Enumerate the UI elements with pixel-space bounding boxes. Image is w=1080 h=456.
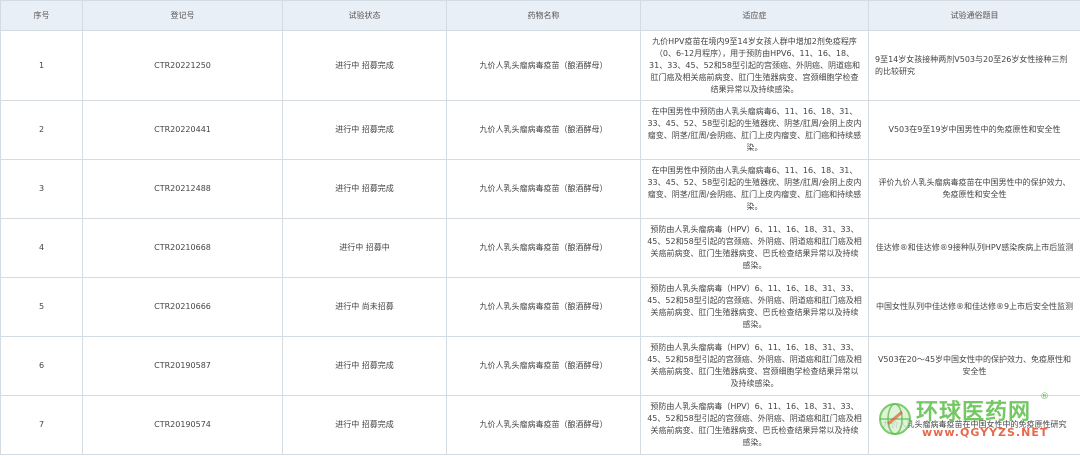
cell-status: 进行中 招募完成 [282, 159, 447, 219]
cell-index: 1 [0, 30, 83, 101]
table-row: 5 CTR20210666 进行中 尚未招募 九价人乳头瘤病毒疫苗（酿酒酵母） … [0, 277, 1080, 337]
cell-index: 5 [0, 277, 83, 337]
header-registration-no: 登记号 [82, 0, 283, 31]
cell-registration-no: CTR20212488 [82, 159, 283, 219]
cell-indication: 在中国男性中预防由人乳头瘤病毒6、11、16、18、31、33、45、52、58… [640, 159, 869, 219]
header-indication: 适应症 [640, 0, 869, 31]
cell-drug: 九价人乳头瘤病毒疫苗（酿酒酵母） [446, 218, 641, 278]
cell-title: V503在9至19岁中国男性中的免疫原性和安全性 [868, 100, 1080, 160]
cell-drug: 九价人乳头瘤病毒疫苗（酿酒酵母） [446, 336, 641, 396]
cell-index: 3 [0, 159, 83, 219]
cell-status: 进行中 尚未招募 [282, 277, 447, 337]
cell-index: 6 [0, 336, 83, 396]
table-row: 6 CTR20190587 进行中 招募完成 九价人乳头瘤病毒疫苗（酿酒酵母） … [0, 336, 1080, 396]
cell-title: 中国女性队列中佳达修®和佳达修®9上市后安全性监测 [868, 277, 1080, 337]
trials-table: 序号 登记号 试验状态 药物名称 适应症 试验通俗题目 1 CTR2022125… [0, 0, 1080, 455]
cell-registration-no: CTR20190574 [82, 395, 283, 455]
cell-status: 进行中 招募完成 [282, 336, 447, 396]
cell-indication: 预防由人乳头瘤病毒（HPV）6、11、16、18、31、33、45、52和58型… [640, 395, 869, 455]
table-row: 4 CTR20210668 进行中 招募中 九价人乳头瘤病毒疫苗（酿酒酵母） 预… [0, 218, 1080, 278]
globe-logo-icon [879, 403, 911, 435]
cell-index: 7 [0, 395, 83, 455]
cell-title: 9至14岁女孩接种两剂V503与20至26岁女性接种三剂的比较研究 [868, 30, 1080, 101]
site-watermark: 环球医药网 ® www.QGYYZS.NET [878, 392, 1068, 452]
cell-drug: 九价人乳头瘤病毒疫苗（酿酒酵母） [446, 277, 641, 337]
cell-registration-no: CTR20190587 [82, 336, 283, 396]
cell-status: 进行中 招募完成 [282, 30, 447, 101]
cell-indication: 预防由人乳头瘤病毒（HPV）6、11、16、18、31、33、45、52和58型… [640, 277, 869, 337]
watermark-name: 环球医药网 [916, 400, 1032, 425]
cell-title: V503在20～45岁中国女性中的保护效力、免疫原性和安全性 [868, 336, 1080, 396]
cell-drug: 九价人乳头瘤病毒疫苗（酿酒酵母） [446, 30, 641, 101]
table-header-row: 序号 登记号 试验状态 药物名称 适应症 试验通俗题目 [0, 0, 1080, 31]
cell-indication: 预防由人乳头瘤病毒（HPV）6、11、16、18、31、33、45、52和58型… [640, 336, 869, 396]
table-row: 1 CTR20221250 进行中 招募完成 九价人乳头瘤病毒疫苗（酿酒酵母） … [0, 30, 1080, 101]
header-drug-name: 药物名称 [446, 0, 641, 31]
header-trial-status: 试验状态 [282, 0, 447, 31]
cell-drug: 九价人乳头瘤病毒疫苗（酿酒酵母） [446, 100, 641, 160]
header-trial-title: 试验通俗题目 [868, 0, 1080, 31]
cell-indication: 九价HPV疫苗在境内9至14岁女孩人群中增加2剂免疫程序（0、6-12月程序），… [640, 30, 869, 101]
cell-drug: 九价人乳头瘤病毒疫苗（酿酒酵母） [446, 395, 641, 455]
cell-title: 评价九价人乳头瘤病毒疫苗在中国男性中的保护效力、免疫原性和安全性 [868, 159, 1080, 219]
header-index: 序号 [0, 0, 83, 31]
cell-indication: 在中国男性中预防由人乳头瘤病毒6、11、16、18、31、33、45、52、58… [640, 100, 869, 160]
cell-registration-no: CTR20210668 [82, 218, 283, 278]
table-row: 3 CTR20212488 进行中 招募完成 九价人乳头瘤病毒疫苗（酿酒酵母） … [0, 159, 1080, 219]
watermark-url: www.QGYYZS.NET [922, 426, 1049, 439]
table-row: 2 CTR20220441 进行中 招募完成 九价人乳头瘤病毒疫苗（酿酒酵母） … [0, 100, 1080, 160]
cell-registration-no: CTR20220441 [82, 100, 283, 160]
registered-mark: ® [1040, 392, 1049, 402]
cell-status: 进行中 招募完成 [282, 395, 447, 455]
cell-status: 进行中 招募完成 [282, 100, 447, 160]
cell-registration-no: CTR20210666 [82, 277, 283, 337]
cell-drug: 九价人乳头瘤病毒疫苗（酿酒酵母） [446, 159, 641, 219]
cell-registration-no: CTR20221250 [82, 30, 283, 101]
cell-title: 佳达修®和佳达修®9接种队列HPV感染疾病上市后监测 [868, 218, 1080, 278]
cell-indication: 预防由人乳头瘤病毒（HPV）6、11、16、18、31、33、45、52和58型… [640, 218, 869, 278]
cell-index: 4 [0, 218, 83, 278]
cell-status: 进行中 招募中 [282, 218, 447, 278]
cell-index: 2 [0, 100, 83, 160]
